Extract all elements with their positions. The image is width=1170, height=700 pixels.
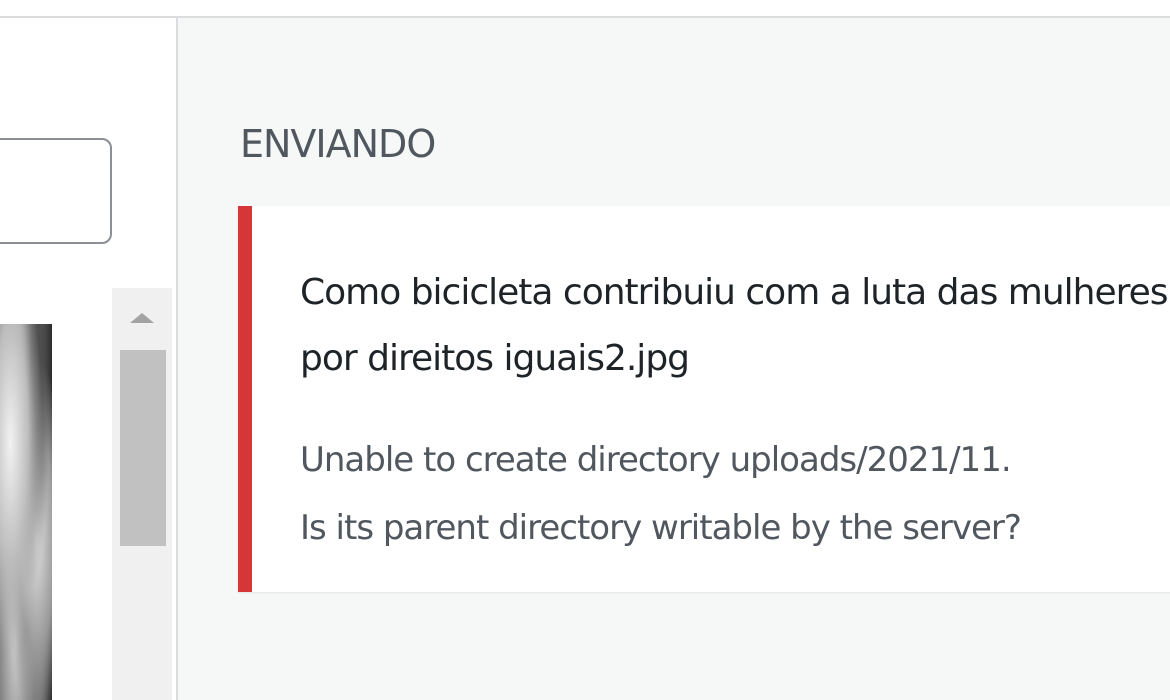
error-message-line-2: Is its parent directory writable by the … [300, 508, 1022, 548]
triangle-up-icon [130, 313, 154, 323]
upload-status-panel: ENVIANDO Como bicicleta contribuiu com a… [178, 18, 1170, 700]
uploading-heading: ENVIANDO [240, 122, 436, 166]
media-library-panel [0, 18, 178, 700]
upload-error-notice: Como bicicleta contribuiu com a luta das… [238, 206, 1170, 592]
media-thumbnail[interactable] [0, 324, 52, 700]
modal-top-border [0, 0, 1170, 18]
media-modal: ENVIANDO Como bicicleta contribuiu com a… [0, 0, 1170, 700]
error-message-line-1: Unable to create directory uploads/2021/… [300, 440, 1012, 480]
library-scrollbar[interactable] [112, 288, 172, 700]
error-filename: Como bicicleta contribuiu com a luta das… [300, 272, 1169, 379]
media-search-input[interactable] [0, 138, 112, 244]
scrollbar-thumb[interactable] [120, 350, 166, 546]
scroll-up-button[interactable] [112, 288, 172, 348]
error-message: Unable to create directory uploads/2021/… [300, 426, 1170, 562]
